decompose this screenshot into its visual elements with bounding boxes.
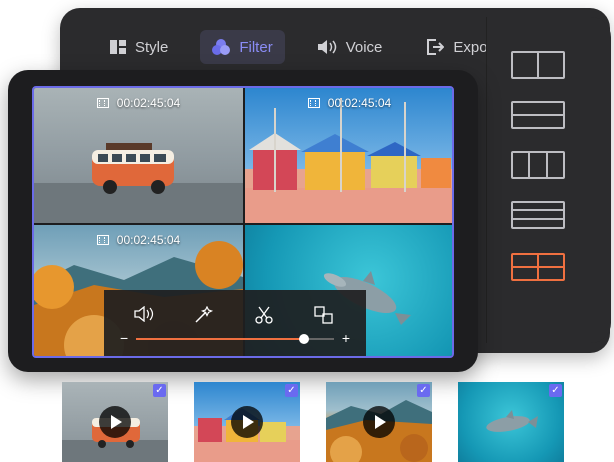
swap-icon[interactable]	[314, 306, 334, 326]
slider-fill	[136, 338, 305, 340]
toolbar: Style Filter Voice Export	[98, 30, 509, 64]
filter-circles-icon	[212, 39, 231, 55]
tab-filter[interactable]: Filter	[200, 30, 285, 64]
thumbnail-mountains[interactable]: ✓	[326, 382, 432, 462]
preview-cell-huts[interactable]: 00:02:45:04	[245, 88, 452, 223]
volume-icon[interactable]	[134, 305, 154, 326]
layout-three-columns[interactable]	[511, 151, 565, 179]
tab-voice[interactable]: Voice	[305, 30, 395, 64]
layout-three-rows[interactable]	[511, 201, 565, 229]
style-grid-icon	[110, 40, 126, 54]
tab-filter-label: Filter	[239, 38, 273, 56]
timecode-text: 00:02:45:04	[327, 96, 392, 110]
minus-sign[interactable]: −	[120, 330, 128, 346]
play-icon[interactable]	[99, 406, 131, 438]
thumbnail-van[interactable]: ✓	[62, 382, 168, 462]
thumbnail-dolphin[interactable]: ✓	[458, 382, 564, 462]
timecode-cell-2: 00:02:45:04	[245, 96, 452, 110]
layout-sidebar	[486, 17, 611, 343]
checkbox-checked-icon[interactable]: ✓	[549, 384, 562, 397]
speaker-icon	[317, 40, 336, 54]
timecode-cell-3: 00:02:45:04	[34, 233, 243, 247]
timecode-text: 00:02:45:04	[116, 96, 181, 110]
film-icon	[96, 235, 109, 245]
film-icon	[307, 98, 320, 108]
play-icon[interactable]	[231, 406, 263, 438]
layout-two-columns[interactable]	[511, 51, 565, 79]
checkbox-checked-icon[interactable]: ✓	[285, 384, 298, 397]
playback-controls: − +	[104, 290, 366, 356]
play-icon[interactable]	[363, 406, 395, 438]
tab-voice-label: Voice	[345, 38, 383, 56]
layout-two-rows[interactable]	[511, 101, 565, 129]
scissors-icon[interactable]	[254, 306, 274, 326]
checkbox-checked-icon[interactable]: ✓	[417, 384, 430, 397]
film-icon	[96, 98, 109, 108]
control-icons	[134, 305, 334, 326]
plus-sign[interactable]: +	[342, 330, 350, 346]
layout-two-by-two[interactable]	[511, 253, 565, 281]
timecode-text: 00:02:45:04	[116, 233, 181, 247]
tab-style-label: Style	[135, 38, 169, 56]
thumbnail-huts[interactable]: ✓	[194, 382, 300, 462]
export-icon	[427, 39, 445, 55]
magic-wand-icon[interactable]	[194, 305, 214, 326]
slider-knob[interactable]	[299, 334, 310, 344]
timecode-cell-1: 00:02:45:04	[34, 96, 243, 110]
tab-style[interactable]: Style	[98, 30, 180, 64]
checkbox-checked-icon[interactable]: ✓	[153, 384, 166, 397]
timeline-slider[interactable]: − +	[118, 330, 352, 346]
preview-cell-van[interactable]: 00:02:45:04	[34, 88, 243, 223]
